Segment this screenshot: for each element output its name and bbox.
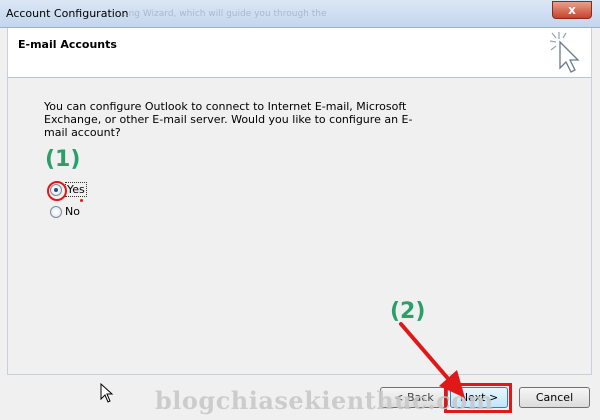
radio-yes-button[interactable]	[47, 180, 67, 201]
step-1-annotation: (1)	[45, 147, 81, 172]
radio-no-button[interactable]	[50, 205, 62, 218]
close-icon: x	[568, 3, 576, 17]
close-button[interactable]: x	[552, 1, 592, 19]
background-window-text: ...ng Wizard, which will guide you throu…	[120, 9, 327, 19]
content-area: You can configure Outlook to connect to …	[7, 78, 592, 374]
radio-option-no[interactable]: No	[50, 205, 80, 218]
radio-yes-label[interactable]: Yes	[65, 182, 87, 197]
radio-no-label[interactable]: No	[65, 205, 80, 218]
description-text: You can configure Outlook to connect to …	[44, 100, 413, 139]
red-arrow-annotation	[399, 322, 465, 398]
account-wizard-cursor-icon	[549, 32, 580, 73]
page-title: E-mail Accounts	[18, 38, 117, 51]
yes-highlight-circle	[47, 180, 67, 201]
account-configuration-window: Account Configuration ...ng Wizard, whic…	[0, 0, 600, 420]
mouse-pointer-icon	[100, 383, 114, 403]
header-panel: E-mail Accounts	[7, 28, 592, 78]
radio-option-yes[interactable]: Yes	[47, 180, 87, 201]
cancel-button[interactable]: Cancel	[519, 387, 590, 408]
annotation-dot	[80, 199, 83, 202]
title-bar[interactable]: Account Configuration ...ng Wizard, whic…	[0, 0, 600, 28]
window-title: Account Configuration	[6, 7, 129, 20]
